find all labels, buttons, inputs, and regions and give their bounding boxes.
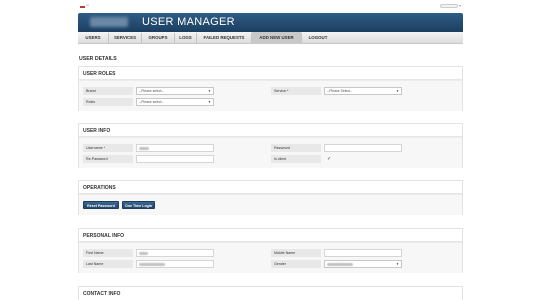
isclient-checkbox[interactable]: ✓ [327, 156, 331, 162]
brand-select[interactable]: --Please select-- ▼ [136, 87, 214, 95]
nav-services[interactable]: SERVICES [109, 32, 141, 44]
gender-label: Gender [271, 260, 321, 268]
section-title: USER ROLES [83, 71, 116, 77]
top-strip: ▪▪▪ ▾ [0, 0, 540, 12]
chevron-down-icon: ▼ [208, 100, 211, 104]
contact-info-panel: CONTACT INFO [78, 286, 463, 300]
main-nav: USERS SERVICES GROUPS LOGS FAILED REQUES… [78, 32, 463, 44]
flag-icon[interactable] [80, 5, 85, 8]
repassword-input[interactable] [136, 155, 214, 163]
gender-select[interactable]: ▼ [324, 260, 402, 268]
chevron-down-icon: ▼ [208, 89, 211, 93]
chevron-down-icon: ▼ [396, 262, 399, 266]
middle-name-label: Middle Name [271, 249, 321, 257]
roles-label: Roles [83, 98, 133, 106]
section-title: OPERATIONS [83, 185, 116, 191]
nav-add-new-user[interactable]: ADD NEW USER [252, 32, 301, 44]
nav-groups[interactable]: GROUPS [142, 32, 174, 44]
nav-failed-requests[interactable]: FAILED REQUESTS [197, 32, 251, 44]
roles-select[interactable]: --Please select-- ▼ [136, 98, 214, 106]
repassword-label: Re-Password [83, 155, 133, 163]
user-info-panel: USER INFO Username * Password Re-Passwor… [78, 123, 463, 168]
service-label: Service * [271, 87, 321, 95]
password-input[interactable] [324, 144, 402, 152]
section-title: CONTACT INFO [83, 291, 121, 297]
reset-password-button[interactable]: Reset Password [83, 201, 119, 209]
section-title: USER INFO [83, 128, 111, 134]
page-title: USER DETAILS [79, 56, 117, 62]
password-label: Password [271, 144, 321, 152]
last-name-input[interactable] [136, 260, 214, 268]
user-roles-panel: USER ROLES Brand --Please select-- ▼ Serv… [78, 66, 463, 111]
service-select[interactable]: --Please Select-- ▼ [324, 87, 402, 95]
first-name-label: First Name [83, 249, 133, 257]
operations-panel: OPERATIONS Reset Password One Time Login [78, 180, 463, 215]
nav-logs[interactable]: LOGS [175, 32, 196, 44]
username-input[interactable] [136, 144, 214, 152]
chevron-down-icon[interactable]: ▾ [459, 3, 461, 8]
one-time-login-button[interactable]: One Time Login [122, 201, 155, 209]
username-label: Username * [83, 144, 133, 152]
isclient-label: Is client [271, 155, 321, 163]
logo [90, 17, 128, 27]
personal-info-panel: PERSONAL INFO First Name Middle Name Las… [78, 228, 463, 273]
first-name-input[interactable] [136, 249, 214, 257]
nav-users[interactable]: USERS [78, 32, 108, 44]
app-title: USER MANAGER [142, 16, 235, 28]
nav-logout[interactable]: LOGOUT [302, 32, 334, 44]
chevron-down-icon: ▼ [396, 89, 399, 93]
app-banner: USER MANAGER [78, 13, 463, 32]
brand-label: Brand [83, 87, 133, 95]
middle-name-input[interactable] [324, 249, 402, 257]
last-name-label: Last Name [83, 260, 133, 268]
section-title: PERSONAL INFO [83, 233, 125, 239]
language-label[interactable]: ▪▪▪ [86, 3, 89, 7]
user-menu[interactable] [440, 4, 458, 8]
